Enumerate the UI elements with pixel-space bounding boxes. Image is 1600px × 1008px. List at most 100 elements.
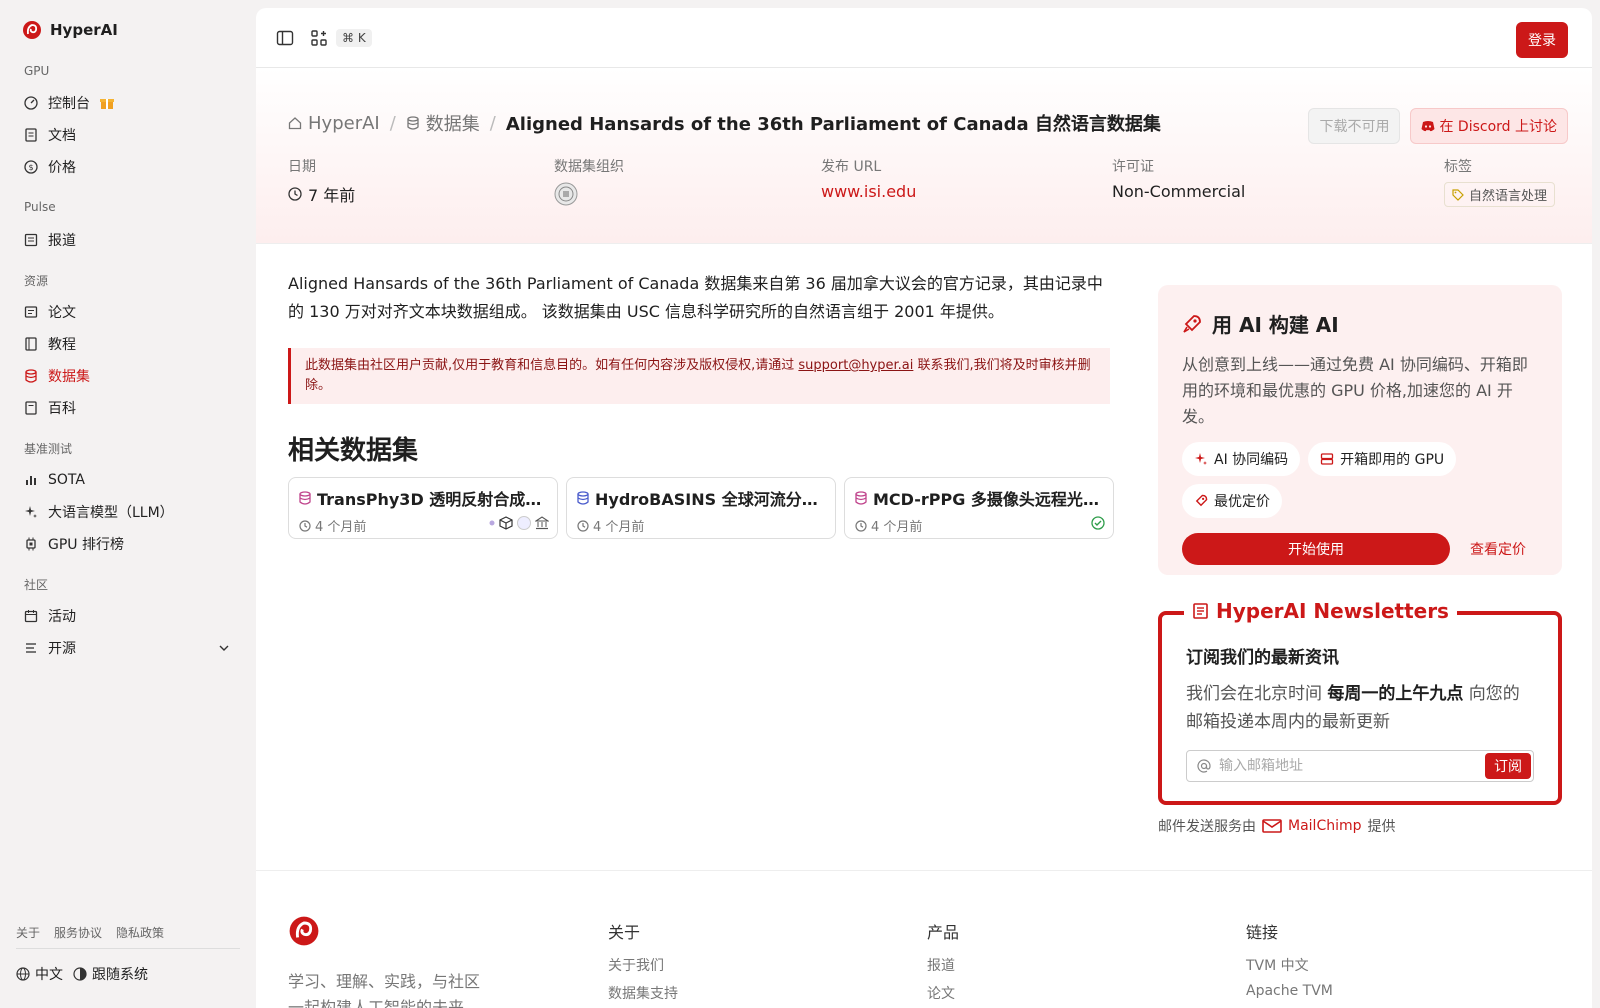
brand-logo[interactable]: HyperAI [22,20,118,40]
sidebar-item-open-source[interactable]: 开源 [16,633,240,663]
mailchimp-link[interactable]: MailChimp [1288,818,1362,834]
dataset-header: HyperAI / 数据集 / Aligned Hansards of the … [256,68,1592,244]
related-datasets-title: 相关数据集 [288,436,419,466]
get-started-button[interactable]: 开始使用 [1182,533,1450,565]
related-dataset-card[interactable]: TransPhy3D 透明反射合成视频数据集 4 个月前 [288,477,558,539]
sidebar-item-docs[interactable]: 文档 [16,120,240,150]
footer-link[interactable]: 数据集支持 [608,983,678,1003]
rocket-icon [1182,314,1202,334]
meta-date-value: 7 年前 [308,186,356,205]
meta-license-value: Non-Commercial [1112,182,1246,201]
home-icon [288,116,302,130]
footer-col-products: 产品 报道 论文 [927,919,959,1008]
sidebar-item-wiki[interactable]: 百科 [16,393,240,423]
support-email-link[interactable]: support@hyper.ai [798,358,913,373]
sidebar-item-pricing[interactable]: $ 价格 [16,152,240,182]
provider-text-after: 提供 [1367,819,1396,835]
chevron-down-icon[interactable] [218,642,230,654]
meta-license-label: 许可证 [1112,159,1154,175]
feature-chip-pricing: 最优定价 [1182,484,1282,518]
sidebar-item-papers[interactable]: 论文 [16,297,240,327]
tag-nlp[interactable]: 自然语言处理 [1444,182,1556,207]
hyperai-logo-icon[interactable] [288,915,320,947]
nav-group-community: 社区 [24,578,49,592]
newspaper-icon [1192,602,1210,620]
sidebar-item-label: GPU 排行榜 [48,537,124,553]
clock-icon [855,519,867,532]
about-link[interactable]: 关于 [16,924,40,941]
terms-link[interactable]: 服务协议 [54,924,102,941]
footer-link[interactable]: 关于我们 [608,955,678,975]
breadcrumb-separator: / [489,112,496,134]
discord-icon [1421,120,1435,132]
newsletter-text-before: 我们会在北京时间 [1186,684,1328,704]
email-input[interactable] [1219,758,1477,774]
related-dataset-card[interactable]: HydroBASINS 全球河流分水岭数据集 4 个月前 [566,477,836,539]
meta-date: 日期 7 年前 [288,156,355,206]
breadcrumb-datasets[interactable]: 数据集 [406,110,480,136]
newsletter-heading: 订阅我们的最新资讯 [1186,648,1339,668]
tag-label: 自然语言处理 [1469,189,1548,204]
footer-col-links: 链接 TVM 中文 Apache TVM [1246,919,1333,1007]
footer-col-about: 关于 关于我们 数据集支持 [608,919,678,1008]
footer-link[interactable]: 报道 [927,955,959,975]
contrast-icon [73,967,87,981]
encyclopedia-icon [24,401,38,415]
feature-chip-copilot: AI 协同编码 [1182,442,1301,476]
at-sign-icon [1197,759,1211,773]
footer: 学习、理解、实践，与社区一起构建人工智能的未来 关于 关于我们 数据集支持 产品… [256,870,1592,1008]
paper-icon [24,305,38,319]
sidebar-item-tutorials[interactable]: 教程 [16,329,240,359]
discord-discuss-button[interactable]: 在 Discord 上讨论 [1410,108,1568,144]
chip-label: 最优定价 [1214,494,1270,510]
related-dataset-card[interactable]: MCD-rPPG 多摄像头远程光电容积数据集 4 个月前 [844,477,1114,539]
meta-license: 许可证 Non-Commercial [1112,156,1245,201]
subscribe-button[interactable]: 订阅 [1485,753,1531,779]
promo-text: 从创意到上线——通过免费 AI 协同编码、开箱即用的环境和最优惠的 GPU 价格… [1182,355,1528,426]
sidebar-item-sota[interactable]: SOTA [16,465,240,495]
breadcrumb-home-label: HyperAI [308,112,380,134]
breadcrumb: HyperAI / 数据集 / Aligned Hansards of the … [288,110,1161,136]
sidebar-divider [16,948,240,949]
sidebar-footer-links: 关于 服务协议 隐私政策 [16,924,164,941]
provider-text-before: 邮件发送服务由 [1158,819,1256,835]
clock-icon [577,519,589,532]
footer-link[interactable]: Apache TVM [1246,983,1333,999]
sidebar-item-news[interactable]: 报道 [16,225,240,255]
nav-group-gpu: GPU [24,64,50,78]
database-icon [24,369,38,383]
chip-label: 开箱即用的 GPU [1340,452,1445,468]
theme-switcher[interactable]: 跟随系统 [73,964,148,984]
language-switcher[interactable]: 中文 [16,964,63,984]
gift-icon [100,96,114,110]
page-title: Aligned Hansards of the 36th Parliament … [505,114,1161,135]
database-icon [406,116,420,130]
footer-tagline: 学习、理解、实践，与社区一起构建人工智能的未来 [288,972,481,1008]
sidebar-item-gpu-leaderboard[interactable]: GPU 排行榜 [16,529,240,559]
nav-group-benchmarks: 基准测试 [24,442,73,456]
meta-tags-label: 标签 [1444,159,1472,175]
sidebar-item-label: 大语言模型（LLM） [48,505,174,521]
command-palette-button[interactable]: ⌘ K [310,28,372,47]
mail-provider-credit: 邮件发送服务由 MailChimp 提供 [1158,816,1396,836]
gauge-icon [24,96,38,110]
sidebar-item-console[interactable]: 控制台 [16,88,240,118]
login-button[interactable]: 登录 [1516,22,1568,58]
sidebar-item-datasets[interactable]: 数据集 [16,361,240,391]
view-pricing-link[interactable]: 查看定价 [1470,539,1526,559]
sidebar-item-llm[interactable]: 大语言模型（LLM） [16,497,240,527]
organization-seal-icon[interactable] [554,182,578,206]
footer-link[interactable]: 论文 [927,983,959,1003]
sidebar-item-label: 教程 [48,337,76,353]
meta-tags: 标签 自然语言处理 [1444,156,1556,207]
main-panel: ⌘ K 登录 HyperAI / 数据集 / Aligned Hansards … [256,8,1592,1008]
sidebar-item-events[interactable]: 活动 [16,601,240,631]
newspaper-icon [24,233,38,247]
sidebar-toggle-icon[interactable] [276,29,294,47]
footer-link[interactable]: TVM 中文 [1246,955,1333,975]
publish-url-link[interactable]: www.isi.edu [821,182,916,201]
privacy-link[interactable]: 隐私政策 [116,924,164,941]
meta-url: 发布 URL www.isi.edu [821,156,916,201]
breadcrumb-home[interactable]: HyperAI [288,113,380,134]
sidebar-item-label: 价格 [48,160,76,176]
